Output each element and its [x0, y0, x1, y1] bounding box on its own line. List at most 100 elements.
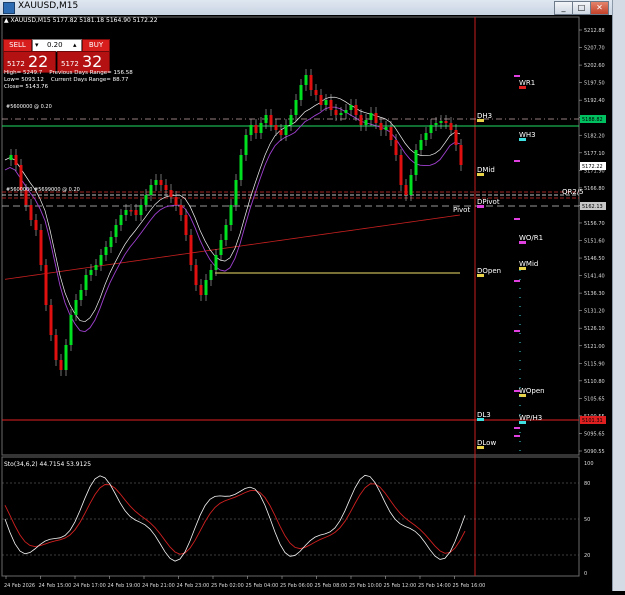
- price-chart-svg[interactable]: ▲ XAUUSD,M15 5177.82 5181.18 5164.90 517…: [0, 15, 612, 591]
- level-label: WR1: [519, 79, 535, 87]
- price-axis-label: 5197.50: [584, 81, 605, 87]
- one-click-trading-panel: SELL ▾ 0.20 ▴ BUY 5172 22 5172 32: [3, 39, 110, 73]
- candle-body: [369, 113, 373, 120]
- candle-body: [9, 155, 13, 160]
- time-axis-label: 25 Feb 06:00: [280, 583, 313, 589]
- candle-body: [354, 105, 358, 115]
- level-label: DH3: [477, 112, 492, 120]
- weekly-tick-marker: [514, 160, 520, 162]
- candle-body: [279, 130, 283, 135]
- candle-body: [454, 130, 458, 145]
- candle-body: [329, 100, 333, 110]
- candle-body: [394, 140, 398, 155]
- candle-body: [109, 237, 113, 247]
- candle-body: [54, 335, 58, 360]
- lot-increase-icon[interactable]: ▴: [73, 40, 77, 51]
- candle-body: [274, 125, 278, 130]
- weekly-tick-marker: [514, 435, 520, 437]
- weekly-tick-marker: [514, 280, 520, 282]
- candle-body: [429, 125, 433, 133]
- candle-body: [49, 305, 53, 335]
- price-axis-label: 5105.65: [584, 396, 605, 402]
- candle-body: [444, 121, 448, 123]
- price-axis-label: 5131.20: [584, 309, 605, 315]
- weekly-tick-marker: [514, 330, 520, 332]
- lot-value: 0.20: [47, 41, 63, 49]
- level-label: DLow: [477, 439, 496, 447]
- time-axis-label: 24 Feb 21:00: [142, 583, 175, 589]
- candle-body: [39, 230, 43, 265]
- candle-body: [404, 185, 408, 195]
- close-button[interactable]: ✕: [590, 1, 609, 15]
- price-chart-area[interactable]: ▲ XAUUSD,M15 5177.82 5181.18 5164.90 517…: [0, 15, 612, 591]
- candle-body: [364, 120, 368, 125]
- candle-body: [124, 210, 128, 215]
- time-axis-label: 25 Feb 16:00: [453, 583, 486, 589]
- candle-body: [94, 265, 98, 270]
- price-marker-label: 5101.31: [582, 418, 603, 424]
- restore-button[interactable]: □: [572, 1, 591, 15]
- candle-body: [399, 155, 403, 185]
- candle-body: [219, 240, 223, 255]
- price-axis-label: 5121.00: [584, 344, 605, 350]
- candle-body: [419, 140, 423, 150]
- candle-body: [164, 185, 168, 190]
- stochastic-axis-label: 0: [584, 571, 587, 577]
- candle-body: [294, 100, 298, 115]
- candle-body: [224, 225, 228, 240]
- candle-body: [194, 265, 198, 285]
- candle-body: [309, 75, 313, 90]
- candle-body: [154, 180, 158, 185]
- candle-body: [289, 115, 293, 125]
- price-axis-label: 5110.80: [584, 379, 605, 385]
- level-label: DPivot: [477, 198, 500, 206]
- minimize-button[interactable]: _: [554, 1, 573, 15]
- candle-body: [449, 123, 453, 130]
- candle-body: [64, 345, 68, 370]
- candle-body: [239, 155, 243, 180]
- time-axis-label: 24 Feb 23:00: [177, 583, 210, 589]
- candle-body: [184, 215, 188, 235]
- level-label: DMid: [477, 166, 495, 174]
- lot-decrease-icon[interactable]: ▾: [35, 40, 39, 51]
- candle-body: [119, 215, 123, 225]
- candle-body: [159, 180, 163, 185]
- candle-body: [104, 247, 108, 255]
- level-label: WH3: [519, 131, 536, 139]
- candle-body: [209, 270, 213, 280]
- price-axis-label: 5090.55: [584, 449, 605, 455]
- candle-body: [244, 135, 248, 155]
- trade-level-tag-mid: #5600000 #5699000 @ 0.20: [6, 187, 80, 193]
- level-label: WP/H3: [519, 414, 542, 422]
- candle-body: [174, 197, 178, 205]
- level-label: WMid: [519, 260, 538, 268]
- time-axis-label: 24 Feb 17:00: [73, 583, 106, 589]
- candle-body: [409, 175, 413, 195]
- price-axis-label: 5212.88: [584, 28, 605, 34]
- level-label: WOpen: [519, 387, 545, 395]
- price-axis-label: 5146.50: [584, 256, 605, 262]
- weekly-tick-marker: [514, 390, 520, 392]
- stochastic-axis-label: 80: [584, 481, 590, 487]
- level-label: Pivot: [453, 206, 470, 214]
- candle-body: [334, 110, 338, 115]
- time-axis-label: 25 Feb 04:00: [246, 583, 279, 589]
- candle-body: [229, 205, 233, 225]
- stochastic-axis-label: 100: [584, 461, 594, 467]
- time-axis-label: 25 Feb 02:00: [211, 583, 244, 589]
- candle-body: [29, 205, 33, 220]
- price-axis-label: 5136.30: [584, 291, 605, 297]
- candle-body: [259, 123, 263, 133]
- price-axis-label: 5177.10: [584, 151, 605, 157]
- candle-body: [284, 125, 288, 135]
- weekly-tick-marker: [514, 427, 520, 429]
- window-title: XAUUSD,M15: [18, 1, 79, 11]
- day-range-info: High= 5249.7 Previous Days Range= 156.58…: [4, 70, 133, 91]
- candle-body: [304, 75, 308, 85]
- level-label: DL3: [477, 411, 491, 419]
- candle-body: [374, 113, 378, 123]
- window-titlebar[interactable]: XAUUSD,M15 _ □ ✕: [0, 0, 612, 16]
- price-marker-label: 5188.82: [582, 117, 603, 123]
- sell-price-big: 22: [28, 52, 49, 71]
- price-axis-label: 5115.90: [584, 361, 605, 367]
